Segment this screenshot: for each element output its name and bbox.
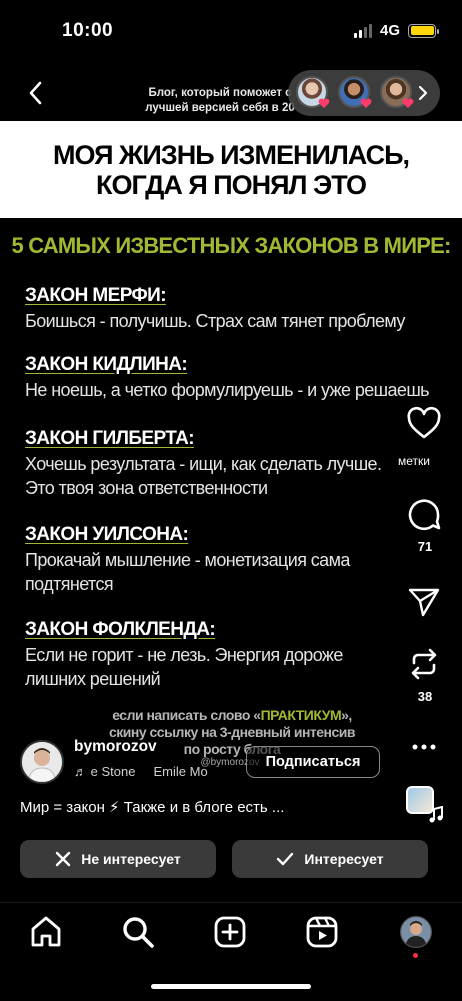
send-icon[interactable] [405,582,443,620]
cta-pre: если написать слово « [112,707,261,723]
heart-icon[interactable] [405,405,443,443]
law-title: ЗАКОН МЕРФИ: [25,285,167,306]
heart-icon [360,98,372,108]
home-indicator [151,984,311,989]
close-icon [56,851,71,867]
law-title: ЗАКОН ГИЛБЕРТА: [25,428,195,449]
signal-icon [353,23,372,38]
laws-title: 5 САМЫХ ИЗВЕСТНЫХ ЗАКОНОВ В МИРЕ: [11,233,452,258]
not-interested-button[interactable]: Не интересует [20,840,216,878]
subscribe-button[interactable]: Подписаться [246,746,380,778]
comment-icon[interactable] [405,496,443,534]
post-header-text: Блог, который поможет с лучшей версией с… [145,87,295,114]
search-icon[interactable] [120,914,156,950]
reels-icon[interactable] [304,914,340,950]
like-label: метки [398,454,430,468]
battery-icon [408,23,439,38]
avatar [22,742,62,782]
music-label: e Stone Emile Mo [90,764,208,779]
repost-count: 38 [417,689,433,704]
status-time: 10:00 [62,20,114,41]
law-text: Боишься - получишь. Страх сам тянет проб… [25,311,405,331]
repost-icon[interactable] [405,645,443,683]
back-chevron-icon[interactable] [22,78,52,108]
law-text: Хочешь результата - ищи, как сделать луч… [25,454,382,498]
law-title: ЗАКОН УИЛСОНА: [25,524,189,545]
interested-label: Интересует [304,851,384,867]
liked-by-avatars[interactable] [288,70,440,116]
create-icon[interactable] [212,914,248,950]
post-caption[interactable]: Мир = закон ⚡ Также и в блоге есть ... [20,798,284,816]
chevron-right-icon [418,85,428,101]
avatar [401,917,431,947]
law-title: ЗАКОН КИДЛИНА: [25,354,188,375]
law-text: Прокачай мышление - монетизация сама под… [25,550,350,594]
heart-icon [402,98,414,108]
music-note-icon [429,806,443,823]
network-label: 4G [379,22,400,39]
law-text: Не ноешь, а четко формулируешь - и уже р… [25,380,430,400]
law-title: ЗАКОН ФОЛКЛЕНДА: [25,619,216,640]
more-icon[interactable] [405,728,443,766]
not-interested-label: Не интересует [81,851,181,867]
music-icon: ♬ [74,764,91,779]
heart-icon [318,98,330,108]
comment-count: 71 [417,539,433,554]
notification-dot [413,953,418,958]
banner-title: МОЯ ЖИЗНЬ ИЗМЕНИЛАСЬ, КОГДА Я ПОНЯЛ ЭТО [52,140,410,200]
law-text: Если не горит - не лезь. Энергия дороже … [25,645,343,689]
interested-button[interactable]: Интересует [232,840,428,878]
author-name[interactable]: bymorozov [74,738,157,756]
cta-keyword: ПРАКТИКУМ [260,707,342,723]
home-icon[interactable] [28,914,64,950]
author-avatar[interactable] [20,740,64,784]
music-track[interactable]: ♬ e Stone Emile Mo [74,764,208,779]
check-icon [277,852,294,866]
profile-avatar[interactable] [400,916,432,948]
status-right: 4G [353,22,439,39]
